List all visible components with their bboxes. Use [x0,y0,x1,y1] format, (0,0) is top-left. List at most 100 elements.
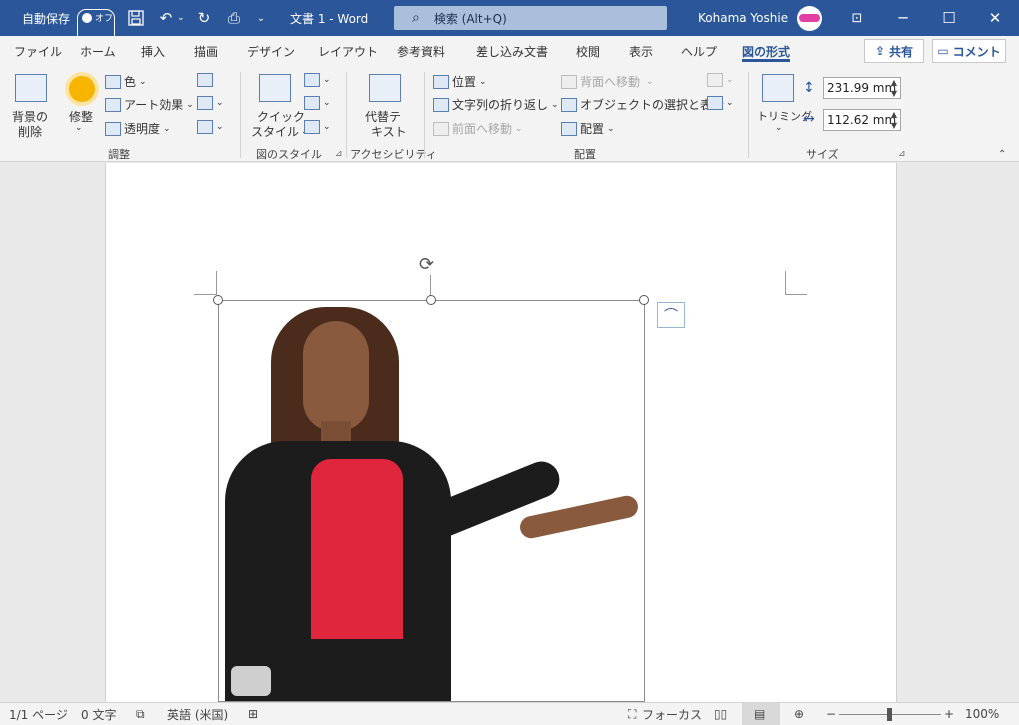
send-backward-label: 背面へ移動 [580,75,641,89]
quick-styles-label-2[interactable]: スタイル⌄ [251,123,309,140]
zoom-in-button[interactable]: + [944,703,954,725]
save-icon[interactable] [125,0,147,36]
change-icon-box [197,96,213,110]
wrap-text-icon [433,97,449,112]
picture-border-icon[interactable]: ⌄ [304,73,331,87]
change-picture-icon[interactable]: ⌄ [197,96,224,110]
focus-button[interactable]: フォーカス [642,703,702,725]
picture-face [303,321,369,431]
picture-effects-icon[interactable]: ⌄ [304,96,331,110]
width-spinner[interactable]: ▲ ▼ [888,109,900,131]
print-preview-icon[interactable]: ⎙ [223,0,245,36]
remove-background-label-2[interactable]: 削除 [18,123,42,140]
language[interactable]: 英語 (米国) [167,703,228,725]
web-layout-icon[interactable]: ⊕ [794,703,804,725]
page-count[interactable]: 1/1 ページ [9,703,68,725]
search-box[interactable]: ⌕ 検索 (Alt+Q) [394,6,667,30]
redo-icon[interactable]: ↻ [193,0,215,36]
zoom-slider-thumb[interactable] [887,708,892,721]
transparency-button[interactable]: 透明度 ⌄ [105,120,171,137]
word-count[interactable]: 0 文字 [81,703,116,725]
align-button[interactable]: 配置 ⌄ [561,120,615,137]
zoom-level[interactable]: 100% [965,703,999,725]
collapse-ribbon-icon[interactable]: ⌃ [998,149,1006,160]
proofing-icon[interactable]: ⧉ [136,703,145,725]
rotate-objects-icon[interactable]: ⌄ [707,96,734,110]
selection-pane-button[interactable]: オブジェクトの選択と表示 [561,96,724,113]
compress-icon-box [197,73,213,87]
art-effects-button[interactable]: アート効果 ⌄ [105,96,194,113]
layout-options-icon[interactable]: ⌒ [657,302,685,328]
crop-dropdown-icon[interactable]: ⌄ [775,123,783,133]
close-button[interactable]: ✕ [972,0,1018,36]
resize-handle-top-left[interactable] [213,295,223,305]
maximize-button[interactable]: ☐ [926,0,972,36]
tab-mailings[interactable]: 差し込み文書 [476,36,548,66]
avatar[interactable] [797,6,822,31]
comment-button[interactable]: ▭ コメント [932,39,1006,63]
reset-icon-box [197,120,213,134]
alt-text-icon [369,74,401,102]
zoom-out-button[interactable]: − [826,703,836,725]
picture-layout-icon[interactable]: ⌄ [304,120,331,134]
resize-handle-top[interactable] [426,295,436,305]
art-effects-icon [105,97,121,112]
undo-dropdown-icon[interactable]: ⌄ [177,0,185,36]
toggle-knob [82,13,92,23]
effects-icon-box [304,96,320,110]
align-icon [561,121,577,136]
picture-cuff [231,666,271,696]
print-layout-icon[interactable]: ▤ [754,703,765,725]
selected-picture[interactable] [218,300,645,702]
margin-mark [785,294,807,295]
customize-qat-icon[interactable]: ⌄ [250,0,272,36]
accessibility-checker-icon[interactable]: ⊞ [248,703,258,725]
size-group-label: サイズ [806,148,839,161]
quick-styles-icon [259,74,291,102]
compress-pictures-icon[interactable] [197,73,216,87]
user-name[interactable]: Kohama Yoshie [698,0,788,36]
position-label: 位置 [452,75,477,89]
position-button[interactable]: 位置 ⌄ [433,73,487,90]
rotate-handle-icon[interactable]: ⟳ [419,254,434,275]
tab-home[interactable]: ホーム [80,36,116,66]
group-separator [240,72,241,158]
focus-icon: ⛶ [628,706,637,721]
tab-view[interactable]: 表示 [629,36,653,66]
document-page[interactable]: ⟳ ⌒ [105,163,897,702]
group-objects-icon[interactable]: ⌄ [707,73,734,87]
dialog-launcher-icon[interactable]: ⊿ [898,149,906,159]
corrections-dropdown-icon[interactable]: ⌄ [75,123,83,133]
minimize-button[interactable]: ─ [880,0,926,36]
ribbon-display-icon[interactable]: ⊡ [834,0,880,36]
rotate-icon-box [707,96,723,110]
resize-handle-top-right[interactable] [639,295,649,305]
color-button[interactable]: 色 ⌄ [105,73,147,90]
chevron-down-icon: ⌄ [216,122,224,132]
wrap-text-button[interactable]: 文字列の折り返し ⌄ [433,96,559,113]
tab-file[interactable]: ファイル [14,36,62,66]
tab-help[interactable]: ヘルプ [681,36,717,66]
tab-insert[interactable]: 挿入 [141,36,165,66]
tab-design[interactable]: デザイン [247,36,295,66]
tab-layout[interactable]: レイアウト [318,36,378,66]
search-icon: ⌕ [412,10,420,26]
share-button[interactable]: ⇪ 共有 [864,39,924,63]
height-spinner[interactable]: ▲ ▼ [888,77,900,99]
undo-icon[interactable]: ↶ [155,0,177,36]
tab-picture-format[interactable]: 図の形式 [742,36,791,66]
tab-references[interactable]: 参考資料 [397,36,445,66]
wrap-text-label: 文字列の折り返し [452,98,549,112]
layout-icon-box [304,120,320,134]
reset-picture-icon[interactable]: ⌄ [197,120,224,134]
title-bar: 自動保存 オフ ↶ ⌄ ↻ ⎙ ⌄ 文書 1 - Word ⌕ 検索 (Alt+… [0,0,1019,45]
tab-review[interactable]: 校閲 [576,36,600,66]
transparency-icon [105,121,121,136]
tab-draw[interactable]: 描画 [194,36,218,66]
bring-forward-button[interactable]: 前面へ移動 ⌄ [433,120,523,137]
chevron-down-icon: ⌄ [186,99,194,110]
dialog-launcher-icon[interactable]: ⊿ [335,149,343,159]
alt-text-label-2[interactable]: キスト [371,123,407,140]
send-backward-button[interactable]: 背面へ移動 ⌄ [561,73,654,90]
read-mode-icon[interactable]: ▯▯ [714,703,727,725]
